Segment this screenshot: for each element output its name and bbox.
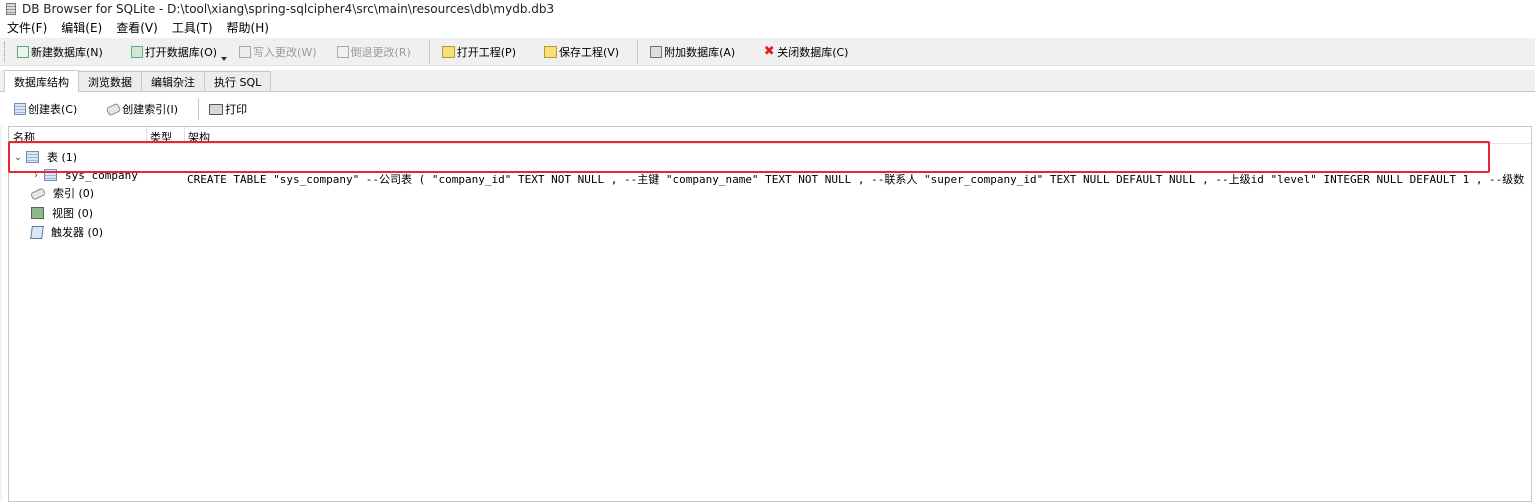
header-type[interactable]: 类型 bbox=[150, 129, 172, 145]
print-button[interactable]: 打印 bbox=[207, 97, 259, 121]
printer-icon bbox=[209, 103, 224, 115]
write-changes-icon bbox=[239, 45, 252, 58]
open-database-dropdown-icon[interactable] bbox=[221, 56, 228, 61]
open-project-button[interactable]: 打开工程(P) bbox=[438, 40, 526, 64]
menu-file[interactable]: 文件(F) bbox=[0, 19, 54, 36]
open-database-icon bbox=[130, 45, 143, 58]
create-index-button[interactable]: 创建索引(I) bbox=[97, 97, 190, 121]
column-divider[interactable] bbox=[146, 127, 147, 144]
menu-bar: 文件(F) 编辑(E) 查看(V) 工具(T) 帮助(H) bbox=[0, 18, 1535, 37]
index-icon bbox=[31, 188, 45, 198]
menu-tools[interactable]: 工具(T) bbox=[165, 19, 220, 36]
main-tabs: 数据库结构 浏览数据 编辑杂注 执行 SQL bbox=[0, 70, 1535, 92]
menu-help[interactable]: 帮助(H) bbox=[220, 19, 276, 36]
menu-edit[interactable]: 编辑(E) bbox=[54, 19, 109, 36]
print-label: 打印 bbox=[225, 103, 248, 116]
index-icon bbox=[105, 102, 122, 116]
table-icon bbox=[14, 103, 26, 115]
save-project-label: 保存工程(V) bbox=[558, 45, 620, 59]
table-name: sys_company bbox=[65, 168, 138, 182]
tree-node-indices[interactable]: 索引 (0) bbox=[31, 184, 1531, 202]
trigger-icon bbox=[30, 225, 44, 239]
save-project-button[interactable]: 保存工程(V) bbox=[540, 40, 629, 64]
create-index-label: 创建索引(I) bbox=[122, 103, 179, 116]
red-x-icon: ✖ bbox=[763, 44, 775, 59]
header-name[interactable]: 名称 bbox=[13, 129, 35, 145]
attach-database-label: 附加数据库(A) bbox=[664, 45, 736, 59]
save-project-icon bbox=[543, 45, 557, 58]
close-database-button[interactable]: ✖ 关闭数据库(C) bbox=[759, 40, 858, 64]
toolbar-separator bbox=[637, 40, 639, 63]
chevron-down-icon[interactable]: ⌄ bbox=[13, 152, 23, 163]
tree-node-views[interactable]: 视图 (0) bbox=[31, 204, 1531, 222]
structure-toolbar: 创建表(C) 创建索引(I) 打印 bbox=[0, 93, 1535, 125]
indices-label: 索引 (0) bbox=[53, 187, 95, 200]
chevron-right-icon[interactable]: › bbox=[31, 170, 41, 181]
write-changes-button[interactable]: 写入更改(W) bbox=[235, 40, 326, 64]
triggers-label: 触发器 (0) bbox=[51, 226, 104, 239]
new-database-icon bbox=[17, 45, 29, 58]
toolbar-separator bbox=[198, 98, 200, 120]
close-database-label: 关闭数据库(C) bbox=[777, 45, 849, 59]
header-schema[interactable]: 架构 bbox=[188, 129, 210, 145]
tree-node-triggers[interactable]: 触发器 (0) bbox=[30, 223, 1531, 241]
title-bar: DB Browser for SQLite - D:\tool\xiang\sp… bbox=[0, 0, 1535, 17]
attach-database-icon bbox=[650, 45, 663, 58]
tab-browse-data[interactable]: 浏览数据 bbox=[78, 71, 142, 91]
left-edge bbox=[0, 126, 2, 502]
schema-tree[interactable]: 名称 类型 架构 ⌄ 表 (1) › sys_company CREATE TA… bbox=[8, 126, 1532, 502]
view-icon bbox=[31, 207, 44, 219]
new-database-label: 新建数据库(N) bbox=[31, 45, 103, 59]
toolbar-separator bbox=[428, 40, 430, 63]
revert-changes-label: 倒退更改(R) bbox=[350, 45, 411, 59]
create-table-label: 创建表(C) bbox=[28, 103, 78, 116]
column-divider[interactable] bbox=[184, 127, 185, 144]
tab-edit-pragmas[interactable]: 编辑杂注 bbox=[141, 71, 205, 91]
new-database-button[interactable]: 新建数据库(N) bbox=[13, 40, 113, 64]
toolbar-grip[interactable] bbox=[4, 41, 7, 62]
open-project-icon bbox=[441, 45, 455, 58]
tree-node-tables[interactable]: ⌄ 表 (1) bbox=[13, 148, 1531, 166]
open-database-button[interactable]: 打开数据库(O) bbox=[127, 40, 227, 64]
table-icon bbox=[26, 151, 39, 163]
open-database-label: 打开数据库(O) bbox=[144, 45, 218, 59]
tree-header: 名称 类型 架构 bbox=[9, 127, 1531, 144]
write-changes-label: 写入更改(W) bbox=[253, 45, 317, 59]
menu-view[interactable]: 查看(V) bbox=[109, 19, 165, 36]
main-toolbar: 新建数据库(N) 打开数据库(O) 写入更改(W) 倒退更改(R) 打开工程(P… bbox=[0, 38, 1535, 66]
tab-execute-sql[interactable]: 执行 SQL bbox=[204, 71, 272, 91]
database-icon bbox=[6, 2, 16, 15]
open-project-label: 打开工程(P) bbox=[456, 45, 516, 59]
window-title: DB Browser for SQLite - D:\tool\xiang\sp… bbox=[22, 1, 555, 16]
tables-label: 表 (1) bbox=[47, 151, 78, 164]
revert-changes-button[interactable]: 倒退更改(R) bbox=[333, 40, 421, 64]
tab-database-structure[interactable]: 数据库结构 bbox=[4, 70, 79, 92]
table-icon bbox=[44, 169, 57, 181]
views-label: 视图 (0) bbox=[52, 207, 94, 220]
revert-changes-icon bbox=[336, 45, 349, 58]
attach-database-button[interactable]: 附加数据库(A) bbox=[646, 40, 745, 64]
create-table-button[interactable]: 创建表(C) bbox=[0, 97, 89, 121]
